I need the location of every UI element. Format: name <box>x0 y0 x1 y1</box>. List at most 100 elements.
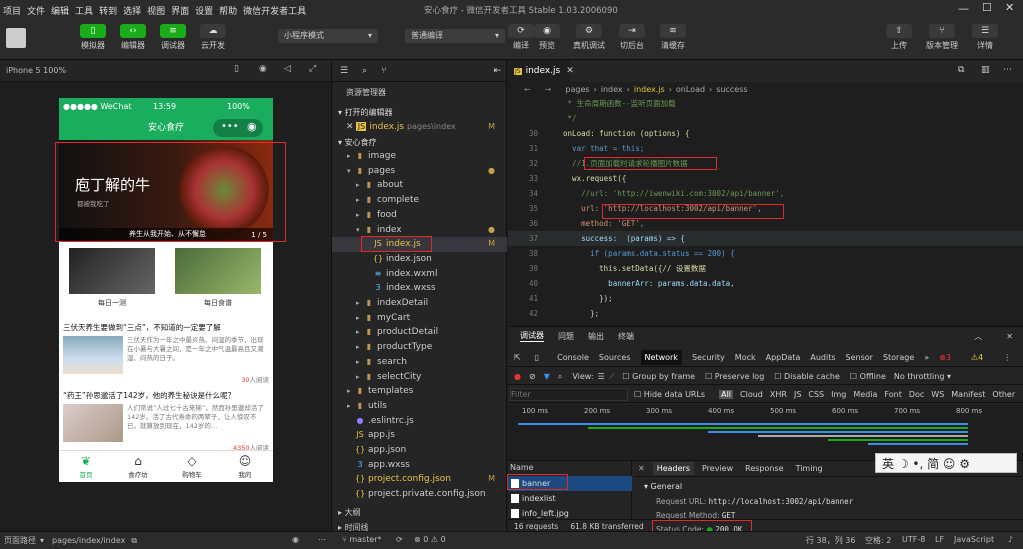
editor-button[interactable]: ‹› 编辑器 <box>114 24 152 51</box>
menu-item-edit[interactable]: 编辑 <box>48 4 72 17</box>
tree-item-app-json[interactable]: {} app.json <box>332 443 507 458</box>
code-line[interactable]: 34 //url: 'http://iwenwiki.com:3002/api/… <box>508 186 1023 201</box>
filter-icon[interactable]: ▼ <box>544 372 550 381</box>
list-view-icon[interactable]: ☰ <box>598 372 605 381</box>
menu-item-file[interactable]: 文件 <box>24 4 48 17</box>
type-media[interactable]: Media <box>853 390 877 399</box>
simulator-button[interactable]: ▯ 模拟器 <box>74 24 112 51</box>
tree-item-index-wxml[interactable]: ≡ index.wxml <box>332 267 507 282</box>
collapse-icon[interactable]: ⇤ <box>493 66 501 76</box>
error-count[interactable]: ⊗3 <box>939 353 961 362</box>
record-icon[interactable]: ◉ <box>259 64 267 74</box>
close-miniprogram-icon[interactable]: ◉ <box>247 115 257 139</box>
menu-item-wechat-devtools[interactable]: 微信开发者工具 <box>240 4 309 17</box>
type-js[interactable]: JS <box>794 390 801 399</box>
settings-icon[interactable]: ⋮ <box>1003 353 1011 362</box>
more-icon[interactable]: ••• <box>221 115 239 139</box>
bell-icon[interactable]: ♪ <box>1008 535 1013 544</box>
close-icon[interactable]: ✕ <box>1006 332 1013 341</box>
maximize-icon[interactable]: ☐ <box>982 1 992 14</box>
project-section[interactable]: ▾ 安心食疗 <box>338 137 377 148</box>
tree-item-app-wxss[interactable]: 3 app.wxss <box>332 458 507 473</box>
type-all[interactable]: All <box>719 390 734 399</box>
split-icon[interactable]: ⧉ <box>958 65 964 75</box>
cloud-dev-button[interactable]: ☁ 云开发 <box>194 24 232 51</box>
crumb-file[interactable]: index.js <box>634 85 665 94</box>
more-icon[interactable]: ⋯ <box>1003 65 1012 75</box>
ime-toolbar[interactable]: 英 ☽ •, 简 ☺ ⚙ <box>875 453 1017 473</box>
daily-test-entry[interactable]: 每日一测 <box>69 248 155 308</box>
warning-count[interactable]: ⚠4 <box>971 353 993 362</box>
encoding[interactable]: UTF-8 <box>902 535 925 544</box>
back-arrow-icon[interactable]: ← <box>524 85 531 94</box>
tab-home[interactable]: ❦ 首页 <box>66 453 106 479</box>
daily-recipe-entry[interactable]: 每日食谱 <box>175 248 261 308</box>
inspect-icon[interactable]: ⇱ <box>514 353 521 362</box>
menu-item-settings[interactable]: 设置 <box>192 4 216 17</box>
name-column-header[interactable]: Name <box>510 463 534 472</box>
tab-index-js[interactable]: JS index.js ✕ <box>508 60 574 82</box>
tree-item-app-js[interactable]: JS app.js <box>332 428 507 443</box>
tree-item-indexdetail[interactable]: ▸ ▮ indexDetail <box>332 296 507 311</box>
branch-icon[interactable]: ⑂ <box>381 66 386 76</box>
record-icon[interactable]: ● <box>514 372 521 381</box>
type-xhr[interactable]: XHR <box>770 390 787 399</box>
chevron-up-icon[interactable]: ︿ <box>974 331 982 342</box>
offline-checkbox[interactable]: ☐ Offline <box>850 372 886 381</box>
disable-cache-checkbox[interactable]: ☐ Disable cache <box>774 372 840 381</box>
tab-response[interactable]: Response <box>745 464 783 473</box>
more-icon[interactable]: ⋯ <box>318 535 326 544</box>
tree-item-complete[interactable]: ▸ ▮ complete <box>332 193 507 208</box>
tree-item-templates[interactable]: ▸ ▮ templates <box>332 384 507 399</box>
indentation[interactable]: 空格: 2 <box>865 535 891 546</box>
back-icon[interactable]: ◁ <box>284 64 291 74</box>
clear-icon[interactable]: ⊘ <box>529 372 536 381</box>
type-ws[interactable]: WS <box>931 390 944 399</box>
more-tabs-icon[interactable]: » <box>924 353 929 362</box>
code-line[interactable]: 37 success: (params) => { <box>508 231 1023 246</box>
article-item[interactable]: “药王”孙思邈活了142岁，他的养生秘诀是什么呢？ 人们常说“人过七十古来稀”，… <box>63 390 269 452</box>
mode-select[interactable]: 小程序模式 ▾ <box>278 29 378 43</box>
tab-console[interactable]: Console <box>557 353 589 362</box>
crumb-pages[interactable]: pages <box>565 85 589 94</box>
tab-food[interactable]: ⌂ 食疗坊 <box>118 453 158 479</box>
type-doc[interactable]: Doc <box>909 390 924 399</box>
search-icon[interactable]: ⌕ <box>362 66 367 76</box>
close-icon[interactable]: ✕ <box>1005 1 1014 14</box>
menu-item-help[interactable]: 帮助 <box>216 4 240 17</box>
type-font[interactable]: Font <box>884 390 901 399</box>
crumb-onload[interactable]: onLoad <box>676 85 705 94</box>
tab-sensor[interactable]: Sensor <box>846 353 873 362</box>
tab-timing[interactable]: Timing <box>796 464 823 473</box>
forward-arrow-icon[interactable]: → <box>545 85 552 94</box>
tab-headers[interactable]: Headers <box>652 462 694 475</box>
minimize-icon[interactable]: — <box>958 2 969 15</box>
type-img[interactable]: Img <box>831 390 846 399</box>
code-line[interactable]: */ <box>508 111 1023 126</box>
tab-mock[interactable]: Mock <box>735 353 756 362</box>
sync-icon[interactable]: ⟳ <box>396 535 403 544</box>
tab-storage[interactable]: Storage <box>883 353 914 362</box>
code-line[interactable]: * 生命周期函数--监听页面加载 <box>508 96 1023 111</box>
open-editor-item[interactable]: ✕ JS index.js pages\index M <box>332 120 507 135</box>
tree-item-search[interactable]: ▸ ▮ search <box>332 355 507 370</box>
avatar[interactable] <box>6 28 26 48</box>
upload-button[interactable]: ⇧ 上传 <box>880 24 918 51</box>
outline-section[interactable]: ▸ 大纲 <box>338 507 361 518</box>
branch-icon[interactable]: ⑂ master* <box>342 535 382 544</box>
filter-input[interactable] <box>510 388 628 401</box>
eye-icon[interactable]: ◉ <box>292 535 299 544</box>
menu-item-goto[interactable]: 转到 <box>96 4 120 17</box>
compile-select[interactable]: 普通编译 ▾ <box>405 29 505 43</box>
line-ending[interactable]: LF <box>935 535 944 544</box>
tree-item-producttype[interactable]: ▸ ▮ productType <box>332 340 507 355</box>
page-path[interactable]: pages/index/index <box>52 536 125 545</box>
menu-item-interface[interactable]: 界面 <box>168 4 192 17</box>
request-row[interactable]: indexlist <box>508 491 632 506</box>
code-line[interactable]: 42 }; <box>508 306 1023 321</box>
open-editors-section[interactable]: ▾ 打开的编辑器 <box>338 107 393 118</box>
cursor-position[interactable]: 行 38，列 36 <box>806 535 855 546</box>
tree-item-index-wxss[interactable]: 3 index.wxss <box>332 281 507 296</box>
tab-appdata[interactable]: AppData <box>766 353 801 362</box>
tab-problems[interactable]: 问题 <box>558 331 574 342</box>
